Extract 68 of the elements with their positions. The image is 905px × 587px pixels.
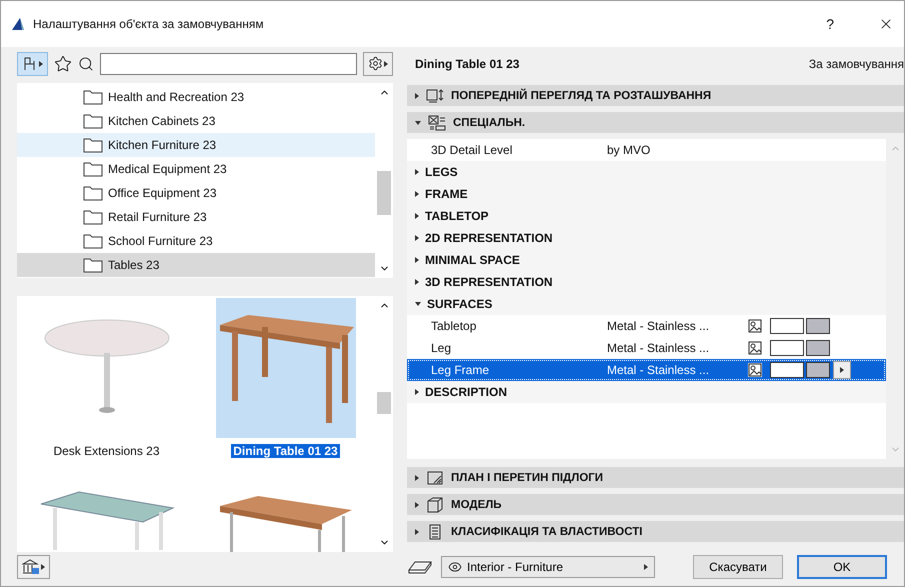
folder-item[interactable]: Health and Recreation 23 (17, 84, 375, 109)
object-preview[interactable] (216, 298, 356, 438)
folder-icon (83, 88, 103, 105)
folder-icon (83, 184, 103, 201)
section-header[interactable]: ПЛАН І ПЕРЕТИН ПІДЛОГИ (407, 467, 904, 488)
default-label: За замовчування (808, 57, 904, 71)
scrollbar-thumb[interactable] (377, 392, 391, 414)
settings-button[interactable] (363, 52, 393, 76)
material-icon[interactable] (748, 341, 762, 355)
more-button[interactable] (833, 361, 851, 379)
eye-icon (448, 560, 462, 574)
layer-dropdown[interactable]: Interior - Furniture (441, 556, 655, 578)
folder-item[interactable]: Retail Furniture 23 (17, 204, 375, 229)
window-title: Налаштування об'єкта за замовчуванням (33, 17, 265, 31)
folder-icon (83, 136, 103, 153)
cube-icon (426, 496, 444, 512)
object-type-button[interactable] (17, 52, 48, 76)
folder-item[interactable]: Tables 23 (17, 252, 375, 277)
folder-icon (83, 256, 103, 273)
section-header[interactable]: КЛАСИФІКАЦІЯ ТА ВЛАСТИВОСТІ (407, 521, 904, 542)
object-name[interactable]: Dining Table 01 23 (231, 444, 340, 458)
preview-icon (426, 88, 444, 104)
folder-item[interactable]: Medical Equipment 23 (17, 156, 375, 181)
scrollbar-thumb[interactable] (377, 170, 391, 215)
folder-item[interactable]: Kitchen Furniture 23 (17, 132, 375, 157)
parameter-group[interactable]: SURFACES (407, 293, 886, 315)
search-icon[interactable] (78, 56, 94, 72)
pen-color-swatch[interactable] (770, 318, 804, 334)
material-icon[interactable] (748, 319, 762, 333)
parameters-icon (428, 114, 446, 130)
material-swatch[interactable] (806, 362, 830, 378)
parameter-group[interactable]: LEGS (407, 161, 886, 183)
material-swatch[interactable] (806, 318, 830, 334)
folder-icon (83, 160, 103, 177)
cancel-button[interactable]: Скасувати (693, 555, 783, 579)
parameter-value: by MVO (607, 143, 652, 157)
parameter-label: 3D Detail Level (430, 143, 514, 157)
app-logo-icon (11, 17, 25, 31)
section-header[interactable]: СПЕЦІАЛЬН. (407, 112, 904, 133)
parameter-group[interactable]: DESCRIPTION (407, 381, 886, 403)
object-name[interactable]: Desk Extensions 23 (51, 444, 162, 458)
folder-icon (83, 208, 103, 225)
pen-color-swatch[interactable] (770, 362, 804, 378)
surface-row[interactable]: Leg Frame Metal - Stainless ... (407, 359, 886, 381)
parameter-group[interactable]: TABLETOP (407, 205, 886, 227)
help-button[interactable]: ? (826, 16, 834, 32)
parameter-group[interactable]: 2D REPRESENTATION (407, 227, 886, 249)
folder-icon (83, 112, 103, 129)
search-field[interactable] (100, 52, 357, 75)
parameter-group[interactable]: MINIMAL SPACE (407, 249, 886, 271)
folder-item[interactable]: School Furniture 23 (17, 228, 375, 253)
ok-button[interactable]: OK (797, 555, 887, 579)
material-swatch[interactable] (806, 340, 830, 356)
folder-icon (83, 232, 103, 249)
parameter-group[interactable]: FRAME (407, 183, 886, 205)
favorites-icon[interactable] (54, 54, 72, 73)
section-header[interactable]: ПОПЕРЕДНІЙ ПЕРЕГЛЯД ТА РОЗТАШУВАННЯ (407, 85, 904, 106)
library-manager-button[interactable] (17, 555, 50, 580)
floor-plan-icon (426, 470, 444, 486)
object-name: Dining Table 01 23 (415, 57, 520, 71)
material-icon[interactable] (748, 363, 762, 377)
settings-icon (368, 56, 383, 72)
parameter-group[interactable]: 3D REPRESENTATION (407, 271, 886, 293)
pen-color-swatch[interactable] (770, 340, 804, 356)
section-header[interactable]: МОДЕЛЬ (407, 494, 904, 515)
library-icon (22, 559, 40, 576)
folder-item[interactable]: Kitchen Cabinets 23 (17, 108, 375, 133)
folder-item[interactable]: Office Equipment 23 (17, 180, 375, 205)
